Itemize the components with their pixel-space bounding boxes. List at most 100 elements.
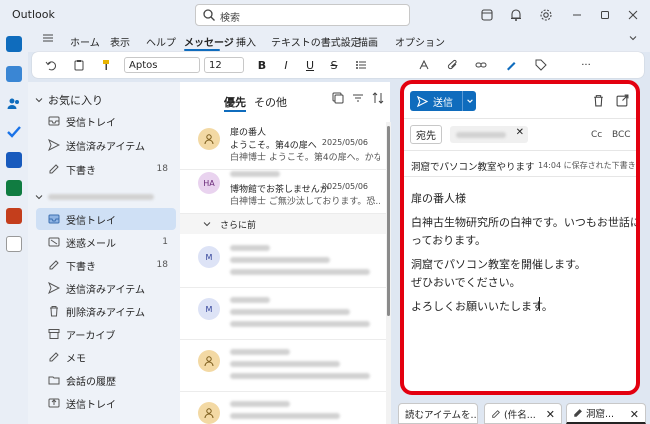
my-day-icon[interactable] xyxy=(478,6,496,24)
message-item[interactable] xyxy=(180,340,386,392)
calendar-icon[interactable] xyxy=(6,66,22,82)
tab-home[interactable]: ホーム xyxy=(70,34,100,49)
sort-icon[interactable] xyxy=(372,92,384,107)
minimize-icon[interactable] xyxy=(568,6,586,24)
message-item[interactable] xyxy=(180,392,386,424)
draft-tab-reading[interactable]: 読むアイテムを... xyxy=(398,403,478,424)
bell-icon[interactable] xyxy=(507,6,525,24)
italic-button[interactable]: I xyxy=(278,57,294,73)
folder-label: 迷惑メール xyxy=(66,238,116,250)
folder-drafts[interactable]: 下書き 18 xyxy=(36,254,176,276)
recipient-redacted xyxy=(456,132,506,138)
message-item[interactable]: HA 博物館でお茶しませんか 2025/05/06 白神博士 ご無沙汰しておりま… xyxy=(180,162,386,214)
folder-deleted[interactable]: 削除済みアイテム xyxy=(36,300,176,322)
hamburger-icon[interactable] xyxy=(42,32,54,47)
pop-out-icon[interactable] xyxy=(616,94,629,110)
folder-outbox[interactable]: 送信トレイ xyxy=(36,392,176,414)
bcc-button[interactable]: BCC xyxy=(612,130,631,140)
folder-notes[interactable]: メモ xyxy=(36,346,176,368)
message-preview: 白神博士 ご無沙汰しております。恐... xyxy=(230,197,380,207)
underline-button[interactable]: U xyxy=(302,57,318,73)
filter-icon[interactable] xyxy=(352,92,364,107)
excel-icon[interactable] xyxy=(6,180,22,196)
close-icon[interactable] xyxy=(624,6,642,24)
todo-icon[interactable] xyxy=(6,124,22,140)
search-box[interactable]: 検索 xyxy=(195,4,410,26)
section-label: さらに前 xyxy=(220,220,257,231)
tab-other[interactable]: その他 xyxy=(254,94,287,110)
draft-tab-active[interactable]: 洞窟... ✕ xyxy=(566,403,646,424)
tab-draw[interactable]: 描画 xyxy=(358,34,378,49)
redacted-line xyxy=(230,257,330,263)
subject-field[interactable]: 洞窟でパソコン教室やります xyxy=(411,159,535,173)
favorites-header[interactable]: お気に入り xyxy=(34,92,103,108)
font-name-dropdown[interactable]: Aptos xyxy=(124,57,200,73)
message-body[interactable]: 扉の番人様 白神古生物研究所の白神です。いつもお世話にな っております。 洞窟で… xyxy=(404,184,636,389)
folder-history[interactable]: 会話の履歴 xyxy=(36,369,176,391)
message-item[interactable]: M xyxy=(180,288,386,340)
maximize-icon[interactable] xyxy=(596,6,614,24)
close-icon[interactable]: ✕ xyxy=(546,408,555,421)
app-title: Outlook xyxy=(12,8,55,21)
favorite-sent[interactable]: 送信済みアイテム xyxy=(36,134,176,156)
redacted-line xyxy=(230,297,270,303)
bold-button[interactable]: B xyxy=(254,57,270,73)
tab-options[interactable]: オプション xyxy=(395,34,445,49)
remove-recipient-icon[interactable]: ✕ xyxy=(516,127,524,138)
note-icon xyxy=(49,352,59,362)
folder-label: 送信済みアイテム xyxy=(66,284,145,296)
chevron-down-icon[interactable] xyxy=(628,33,638,46)
discard-icon[interactable] xyxy=(592,94,605,110)
chevron-down-icon xyxy=(203,222,211,227)
tab-view[interactable]: 表示 xyxy=(110,34,130,49)
format-painter-icon[interactable] xyxy=(98,57,114,73)
folder-archive[interactable]: アーカイブ xyxy=(36,323,176,345)
cc-button[interactable]: Cc xyxy=(591,130,602,140)
font-size-dropdown[interactable]: 12 xyxy=(204,57,244,73)
people-icon[interactable] xyxy=(6,96,22,112)
folder-sent[interactable]: 送信済みアイテム xyxy=(36,277,176,299)
folder-inbox[interactable]: 受信トレイ xyxy=(36,208,176,230)
send-button[interactable]: 送信 xyxy=(410,91,476,111)
send-icon xyxy=(417,95,428,107)
to-button[interactable]: 宛先 xyxy=(410,125,442,144)
close-icon[interactable]: ✕ xyxy=(630,408,639,421)
styles-icon[interactable] xyxy=(416,57,434,73)
archive-icon xyxy=(48,329,60,339)
tab-help[interactable]: ヘルプ xyxy=(146,34,176,49)
body-line: 扉の番人様 xyxy=(411,192,466,205)
sensitivity-icon[interactable] xyxy=(532,57,550,73)
junk-icon xyxy=(48,237,60,247)
tab-insert[interactable]: 挿入 xyxy=(236,34,256,49)
message-item[interactable]: M xyxy=(180,236,386,288)
word-icon[interactable] xyxy=(6,152,22,168)
favorite-inbox[interactable]: 受信トレイ xyxy=(36,110,176,132)
tab-text-format[interactable]: テキストの書式設定 xyxy=(271,34,361,49)
attach-icon[interactable] xyxy=(444,57,462,73)
link-icon[interactable] xyxy=(472,57,490,73)
undo-icon[interactable] xyxy=(40,57,62,73)
folder-label: 削除済みアイテム xyxy=(66,307,145,319)
tab-message[interactable]: メッセージ xyxy=(184,34,234,49)
folder-junk[interactable]: 迷惑メール 1 xyxy=(36,231,176,253)
draft-tab-untitled[interactable]: (件名... ✕ xyxy=(484,403,562,424)
avatar xyxy=(198,402,220,424)
folder-label: 送信トレイ xyxy=(66,399,116,411)
apps-icon[interactable] xyxy=(6,236,22,252)
account-header[interactable] xyxy=(34,192,154,202)
select-icon[interactable] xyxy=(332,92,344,107)
mail-icon[interactable] xyxy=(6,36,22,52)
gear-icon[interactable] xyxy=(537,6,555,24)
send-options-dropdown[interactable] xyxy=(462,91,476,111)
more-options-button[interactable]: ··· xyxy=(576,57,596,73)
strikethrough-button[interactable]: S xyxy=(326,57,342,73)
bullets-icon[interactable] xyxy=(352,57,370,73)
clipboard-icon[interactable] xyxy=(68,57,90,73)
favorite-drafts[interactable]: 下書き 18 xyxy=(36,158,176,180)
section-header[interactable]: さらに前 xyxy=(180,214,386,234)
scrollbar-thumb[interactable] xyxy=(387,126,390,316)
powerpoint-icon[interactable] xyxy=(6,208,22,224)
recipient-chip[interactable]: ✕ xyxy=(450,126,528,143)
tab-focused[interactable]: 優先 xyxy=(224,94,246,110)
signature-icon[interactable] xyxy=(502,57,520,73)
